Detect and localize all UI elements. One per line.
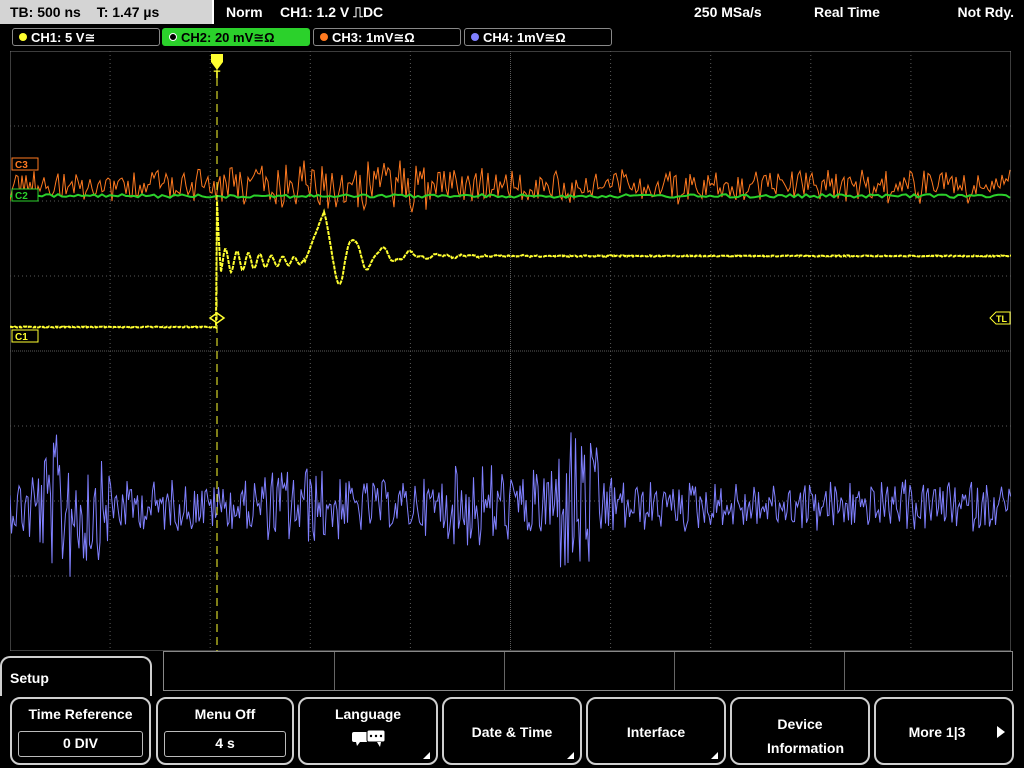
submenu-corner-icon <box>711 752 718 759</box>
strip-divider <box>674 652 675 690</box>
channel-2-label: CH2: 20 mV≅Ω <box>181 30 275 45</box>
trigger-position-flag-icon <box>211 54 223 62</box>
interface-softkey[interactable]: Interface <box>586 697 726 765</box>
channel-2-button[interactable]: CH2: 20 mV≅Ω <box>162 28 310 46</box>
menu-title: Setup <box>10 670 49 686</box>
channel-4-label: CH4: 1mV≅Ω <box>483 30 566 45</box>
channel-1-marker-label: C1 <box>15 332 28 343</box>
channel-4-dot-icon <box>471 33 479 41</box>
channel-1-dot-icon <box>19 33 27 41</box>
waveform-display[interactable]: T C3 C2 C1 TL <box>10 51 1011 651</box>
channel-2-dot-icon <box>169 33 177 41</box>
channel-3-label: CH3: 1mV≅Ω <box>332 30 415 45</box>
trigger-info[interactable]: CH1: 1.2 V ⎍DC <box>280 4 383 21</box>
device-information-label: Device Information <box>767 716 844 756</box>
submenu-corner-icon <box>567 752 574 759</box>
channel-1-button[interactable]: CH1: 5 V≅ <box>12 28 160 46</box>
channel-1-offset-marker[interactable]: C1 <box>11 329 39 343</box>
more-label: More 1|3 <box>908 724 966 740</box>
date-time-softkey[interactable]: Date & Time <box>442 697 582 765</box>
trigger-level-label: TL <box>996 314 1007 324</box>
channel-3-offset-marker[interactable]: C3 <box>11 157 39 171</box>
channel-3-dot-icon <box>320 33 328 41</box>
date-time-label: Date & Time <box>471 724 553 740</box>
submenu-corner-icon <box>423 752 430 759</box>
device-information-softkey[interactable]: Device Information <box>730 697 870 765</box>
acquisition-status: Not Rdy. <box>957 4 1014 20</box>
acquisition-mode: Real Time <box>814 4 880 20</box>
channel-1-label: CH1: 5 V≅ <box>31 30 96 45</box>
time-reference-label: Time Reference <box>28 706 133 722</box>
time-reference-value: 0 DIV <box>18 731 143 757</box>
channel-4-button[interactable]: CH4: 1mV≅Ω <box>464 28 612 46</box>
time-reference-softkey[interactable]: Time Reference 0 DIV <box>10 697 151 765</box>
channel-3-marker-label: C3 <box>15 160 28 171</box>
channel-3-button[interactable]: CH3: 1mV≅Ω <box>313 28 461 46</box>
channel-2-offset-marker[interactable]: C2 <box>11 188 39 202</box>
language-label: Language <box>334 706 402 722</box>
strip-divider <box>844 652 845 690</box>
menu-off-value: 4 s <box>164 731 286 757</box>
measurement-strip <box>163 651 1013 691</box>
strip-divider <box>334 652 335 690</box>
language-softkey[interactable]: Language <box>298 697 438 765</box>
strip-divider <box>504 652 505 690</box>
trigger-time-value: T: 1.47 µs <box>96 4 160 20</box>
channel-2-marker-label: C2 <box>15 191 28 202</box>
interface-label: Interface <box>626 724 686 740</box>
menu-off-label: Menu Off <box>194 706 256 722</box>
menu-title-tab: Setup <box>0 656 152 696</box>
speech-bubbles-icon <box>352 729 386 747</box>
more-softkey[interactable]: More 1|3 <box>874 697 1014 765</box>
trigger-position-label: T <box>214 69 221 81</box>
menu-off-softkey[interactable]: Menu Off 4 s <box>156 697 294 765</box>
sample-rate: 250 MSa/s <box>694 4 762 20</box>
next-page-arrow-icon <box>997 726 1005 738</box>
status-bar: TB: 500 ns T: 1.47 µs Norm CH1: 1.2 V ⎍D… <box>0 0 1024 26</box>
trigger-mode[interactable]: Norm <box>226 4 263 20</box>
timebase-box[interactable]: TB: 500 ns T: 1.47 µs <box>0 0 214 24</box>
timebase-value: TB: 500 ns <box>10 4 81 20</box>
